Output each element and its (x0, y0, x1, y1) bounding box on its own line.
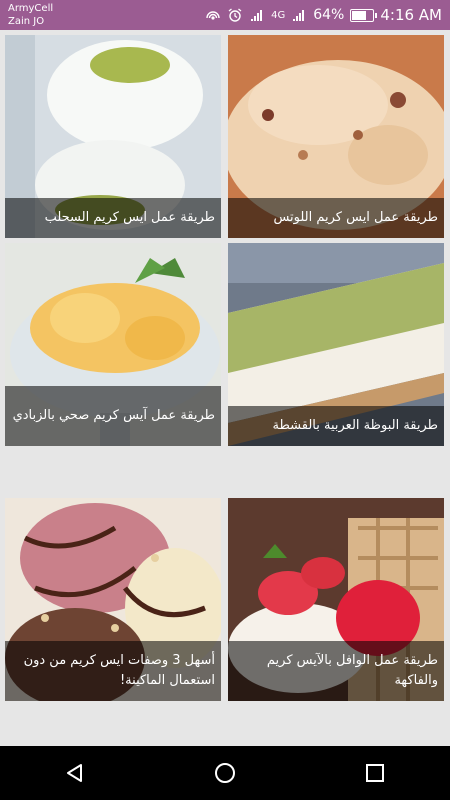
recipe-title: طريقة عمل ايس كريم السحلب (5, 198, 221, 238)
status-bar: ArmyCell Zain JO 4G 64% 4:16 AM (0, 0, 450, 30)
battery-percent: 64% (313, 7, 345, 23)
recipe-title: طريقة البوظة العربية بالقشطة (228, 406, 444, 446)
recipe-grid: طريقة عمل ايس كريم اللوتس طريقة عمل ايس … (0, 30, 450, 746)
signal-2-icon (293, 10, 305, 21)
alarm-icon (228, 8, 242, 22)
network-type: 4G (271, 9, 286, 21)
carrier-name-1: ArmyCell (8, 3, 54, 14)
recipe-card[interactable]: طريقة عمل الوافل بالآيس كريم والفاكهة (228, 498, 444, 701)
recipe-card[interactable]: طريقة عمل ايس كريم السحلب (5, 35, 221, 238)
recents-button[interactable] (345, 753, 405, 793)
navigation-bar (0, 746, 450, 800)
recipe-title: طريقة عمل آيس كريم صحي بالزبادي (5, 386, 221, 446)
status-icons: 4G 64% 4:16 AM (205, 0, 442, 30)
recipe-card[interactable]: أسهل 3 وصفات ايس كريم من دون استعمال الم… (5, 498, 221, 701)
recipe-card[interactable]: طريقة عمل ايس كريم اللوتس (228, 35, 444, 238)
recipe-title: أسهل 3 وصفات ايس كريم من دون استعمال الم… (5, 641, 221, 701)
recipe-card[interactable]: طريقة عمل آيس كريم صحي بالزبادي (5, 243, 221, 446)
home-icon (215, 763, 235, 783)
signal-1-icon (251, 10, 263, 21)
carrier-name-2: Zain JO (8, 16, 45, 27)
back-icon (67, 764, 82, 782)
home-button[interactable] (195, 753, 255, 793)
battery-icon (350, 8, 378, 22)
back-button[interactable] (45, 753, 105, 793)
recents-icon (366, 764, 384, 782)
carrier-info: ArmyCell Zain JO (8, 2, 53, 28)
recipe-card[interactable]: طريقة البوظة العربية بالقشطة (228, 243, 444, 446)
recipe-title: طريقة عمل الوافل بالآيس كريم والفاكهة (228, 641, 444, 701)
hotspot-icon (206, 11, 220, 20)
clock: 4:16 AM (380, 6, 442, 24)
recipe-title: طريقة عمل ايس كريم اللوتس (228, 198, 444, 238)
